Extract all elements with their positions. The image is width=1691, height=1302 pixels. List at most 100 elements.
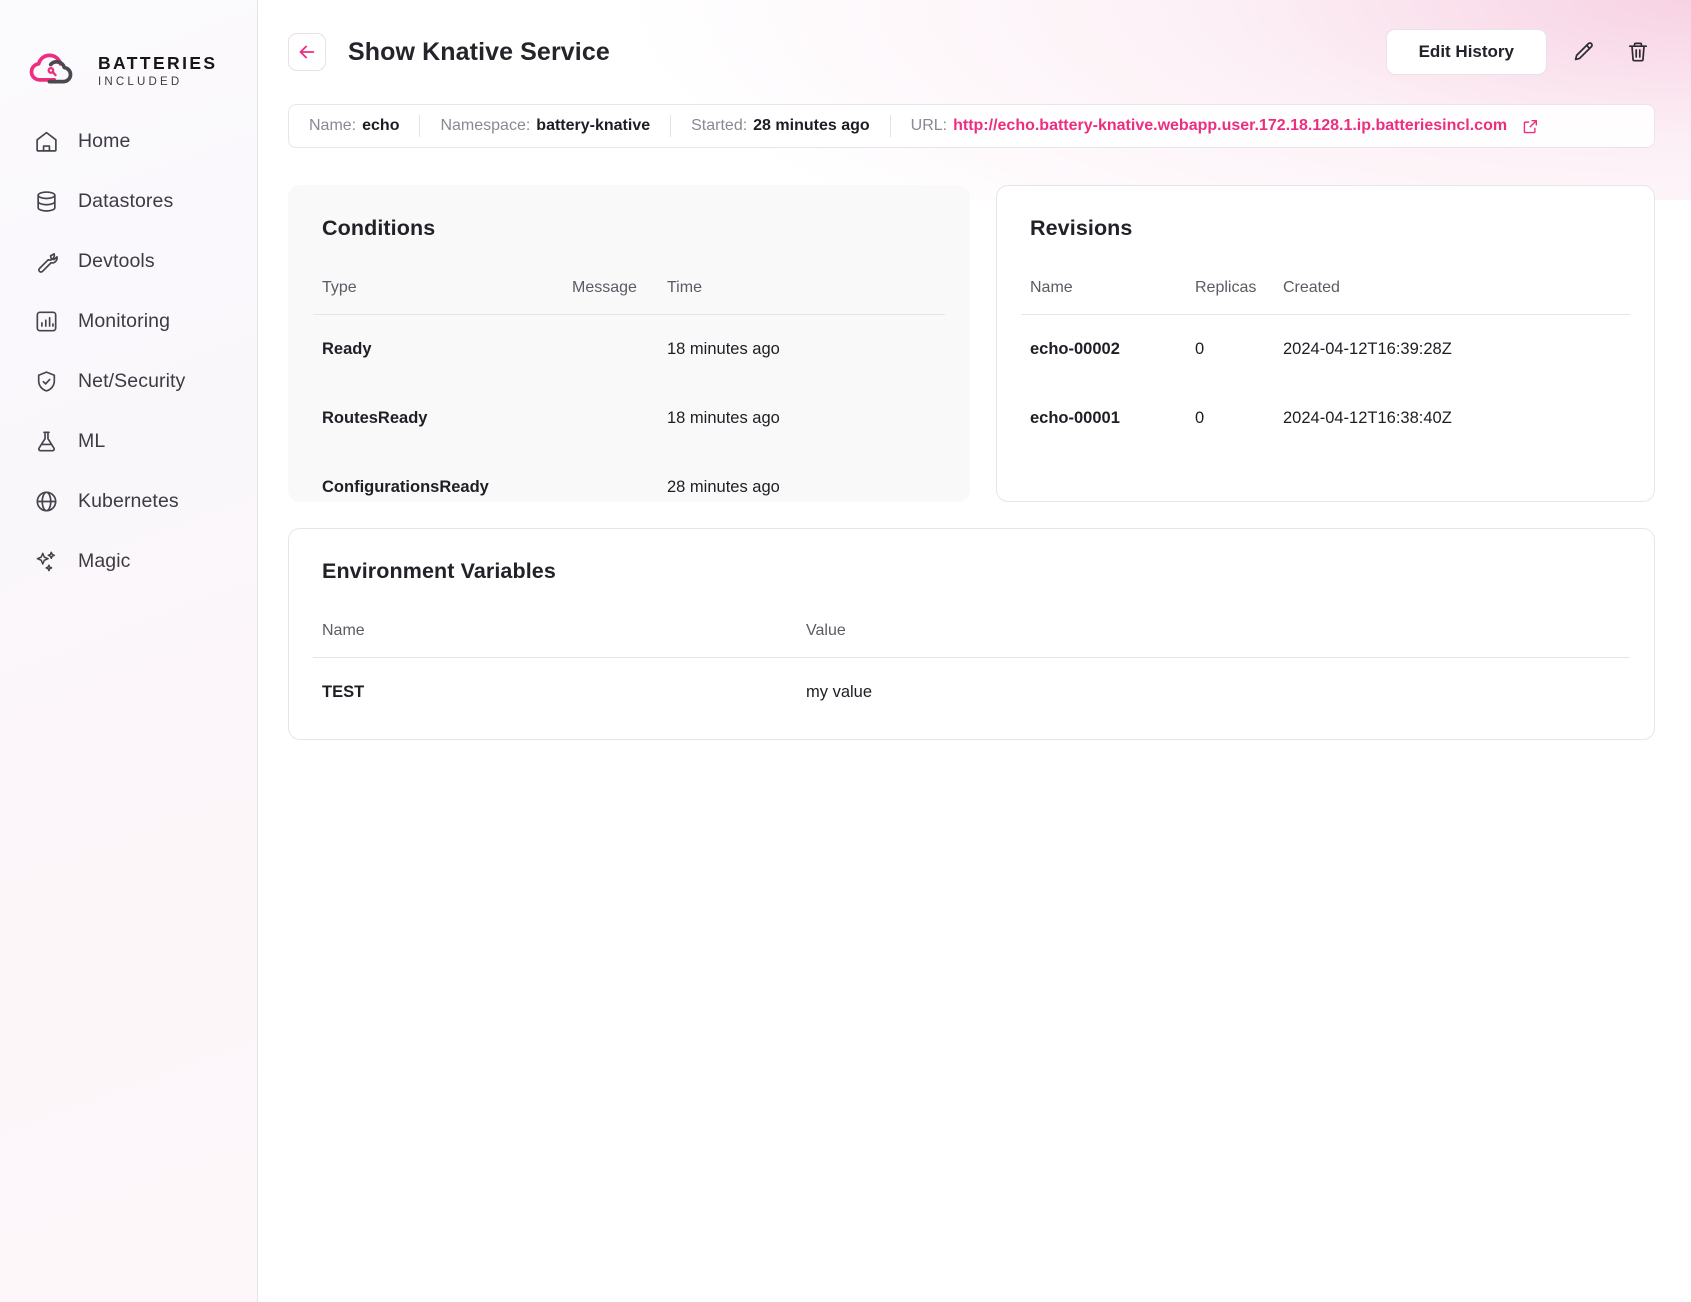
column-header-value: Value — [797, 622, 1630, 658]
sidebar-item-home[interactable]: Home — [0, 119, 257, 163]
revisions-table: Name Replicas Created echo-00002 0 2024-… — [1021, 279, 1630, 453]
condition-time: 28 minutes ago — [667, 478, 780, 496]
sidebar-nav: Home Datastores Devtools Monitoring Net/… — [0, 104, 257, 583]
flask-icon — [33, 428, 59, 454]
env-var-name: TEST — [322, 683, 365, 701]
sidebar-item-net-security[interactable]: Net/Security — [0, 359, 257, 403]
sparkles-icon — [33, 548, 59, 574]
trash-icon — [1626, 40, 1650, 64]
table-row: TEST my value — [313, 658, 1630, 728]
back-button[interactable] — [288, 33, 326, 71]
condition-type: ConfigurationsReady — [322, 478, 489, 496]
summary-name-value: echo — [362, 117, 400, 134]
globe-icon — [33, 488, 59, 514]
sidebar: BATTERIES INCLUDED Home Datastores Devto… — [0, 0, 258, 1302]
brand-line-2: INCLUDED — [98, 75, 183, 88]
condition-time: 18 minutes ago — [667, 340, 780, 358]
column-header-time: Time — [658, 279, 945, 315]
batteries-included-logo-icon — [28, 51, 84, 91]
cards-area: Conditions Type Message Time Ready 18 mi… — [258, 148, 1691, 740]
column-header-type: Type — [313, 279, 563, 315]
condition-message — [563, 384, 658, 453]
column-header-name: Name — [1021, 279, 1186, 315]
sidebar-item-label: Net/Security — [78, 369, 186, 392]
summary-url-label: URL: — [910, 117, 948, 134]
pencil-icon — [1572, 40, 1596, 64]
environment-variables-table: Name Value TEST my value — [313, 622, 1630, 727]
app-root: BATTERIES INCLUDED Home Datastores Devto… — [0, 0, 1691, 1302]
summary-started: Started: 28 minutes ago — [671, 117, 890, 135]
external-link-icon[interactable] — [1522, 118, 1539, 135]
summary-name: Name: echo — [307, 117, 419, 135]
table-row: Ready 18 minutes ago — [313, 315, 945, 385]
sidebar-item-ml[interactable]: ML — [0, 419, 257, 463]
sidebar-item-label: Magic — [78, 549, 131, 572]
revisions-card: Revisions Name Replicas Created echo-000… — [996, 185, 1655, 502]
table-row: echo-00002 0 2024-04-12T16:39:28Z — [1021, 315, 1630, 385]
sidebar-item-datastores[interactable]: Datastores — [0, 179, 257, 223]
environment-variables-title: Environment Variables — [322, 559, 556, 583]
revision-created: 2024-04-12T16:38:40Z — [1283, 409, 1452, 427]
brand-text: BATTERIES INCLUDED — [98, 53, 217, 88]
condition-type: RoutesReady — [322, 409, 428, 427]
column-header-name: Name — [313, 622, 797, 658]
sidebar-item-magic[interactable]: Magic — [0, 539, 257, 583]
revision-replicas: 0 — [1195, 409, 1205, 427]
home-icon — [33, 128, 59, 154]
table-row: RoutesReady 18 minutes ago — [313, 384, 945, 453]
condition-message — [563, 315, 658, 385]
summary-started-value: 28 minutes ago — [753, 117, 870, 134]
top-card-row: Conditions Type Message Time Ready 18 mi… — [288, 185, 1655, 502]
service-summary-bar: Name: echo Namespace: battery-knative St… — [288, 104, 1655, 148]
page-header: Show Knative Service Edit History — [258, 0, 1691, 104]
condition-type: Ready — [322, 340, 372, 358]
revision-name: echo-00001 — [1030, 409, 1120, 427]
database-icon — [33, 188, 59, 214]
main-content: Show Knative Service Edit History Name: … — [258, 0, 1691, 1302]
sidebar-item-label: ML — [78, 429, 106, 452]
sidebar-item-monitoring[interactable]: Monitoring — [0, 299, 257, 343]
page-title: Show Knative Service — [348, 37, 610, 66]
summary-url: URL: http://echo.battery-knative.webapp.… — [891, 117, 1559, 135]
sidebar-item-kubernetes[interactable]: Kubernetes — [0, 479, 257, 523]
sidebar-item-label: Monitoring — [78, 309, 171, 332]
column-header-created: Created — [1274, 279, 1630, 315]
conditions-table: Type Message Time Ready 18 minutes ago R… — [313, 279, 945, 522]
revision-created: 2024-04-12T16:39:28Z — [1283, 340, 1452, 358]
revision-replicas: 0 — [1195, 340, 1205, 358]
env-var-value: my value — [806, 683, 873, 701]
revisions-title: Revisions — [1030, 216, 1133, 240]
summary-started-label: Started: — [691, 117, 748, 134]
table-header-row: Type Message Time — [313, 279, 945, 315]
brand-line-1: BATTERIES — [98, 53, 218, 73]
wrench-icon — [33, 248, 59, 274]
table-row: echo-00001 0 2024-04-12T16:38:40Z — [1021, 384, 1630, 453]
edit-history-button[interactable]: Edit History — [1385, 29, 1547, 75]
condition-time: 18 minutes ago — [667, 409, 780, 427]
sidebar-item-label: Devtools — [78, 249, 155, 272]
column-header-message: Message — [563, 279, 658, 315]
condition-message — [563, 453, 658, 522]
sidebar-item-devtools[interactable]: Devtools — [0, 239, 257, 283]
revision-name: echo-00002 — [1030, 340, 1120, 358]
summary-namespace: Namespace: battery-knative — [420, 117, 670, 135]
service-url-link[interactable]: http://echo.battery-knative.webapp.user.… — [953, 117, 1507, 135]
edit-button[interactable] — [1567, 35, 1601, 69]
arrow-left-icon — [296, 41, 318, 63]
shield-check-icon — [33, 368, 59, 394]
conditions-title: Conditions — [322, 216, 436, 240]
table-row: ConfigurationsReady 28 minutes ago — [313, 453, 945, 522]
chart-bar-icon — [33, 308, 59, 334]
summary-name-label: Name: — [309, 117, 357, 134]
table-header-row: Name Value — [313, 622, 1630, 658]
table-header-row: Name Replicas Created — [1021, 279, 1630, 315]
delete-button[interactable] — [1621, 35, 1655, 69]
conditions-card: Conditions Type Message Time Ready 18 mi… — [288, 185, 970, 502]
sidebar-item-label: Home — [78, 129, 131, 152]
environment-variables-card: Environment Variables Name Value TEST my… — [288, 528, 1655, 740]
brand-logo-block[interactable]: BATTERIES INCLUDED — [0, 0, 257, 104]
sidebar-item-label: Kubernetes — [78, 489, 179, 512]
column-header-replicas: Replicas — [1186, 279, 1274, 315]
summary-namespace-value: battery-knative — [536, 117, 651, 134]
summary-namespace-label: Namespace: — [440, 117, 531, 134]
